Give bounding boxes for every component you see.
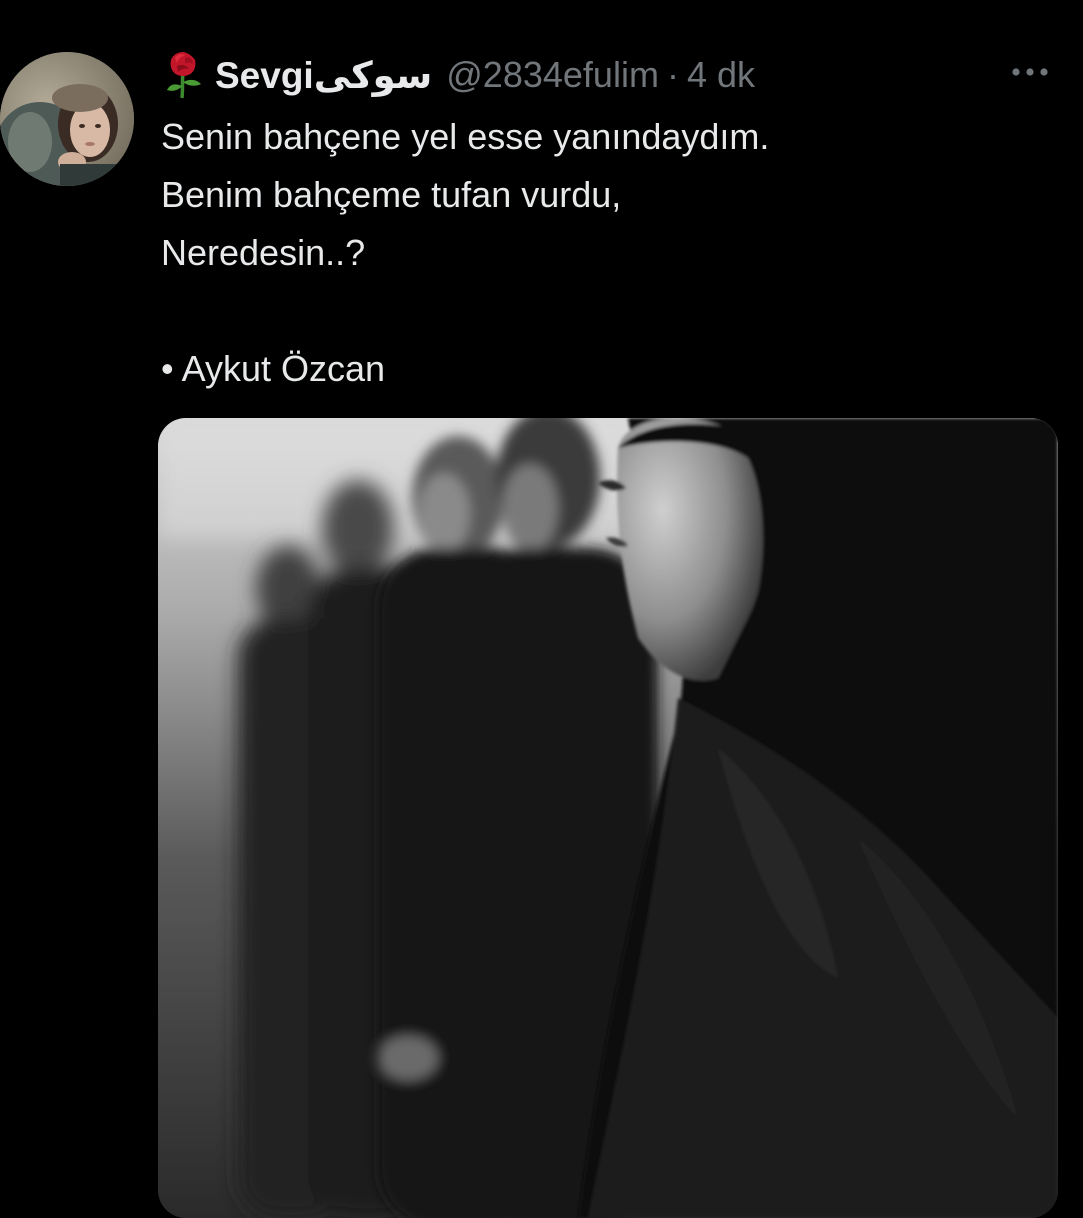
- tweet-text-line: • Aykut Özcan: [161, 348, 386, 389]
- tweet-photo[interactable]: [158, 418, 1058, 1218]
- more-horizontal-icon: [1012, 68, 1048, 76]
- tweet-header: Sevgiسوکی @2834efulim · 4 dk: [161, 50, 755, 100]
- more-options-button[interactable]: [1006, 54, 1054, 90]
- photo-image: [158, 418, 1058, 1218]
- avatar[interactable]: [0, 52, 134, 186]
- tweet-text: Senin bahçene yel esse yanındaydım. Beni…: [161, 108, 1041, 398]
- display-name[interactable]: Sevgiسوکی: [215, 54, 432, 97]
- user-handle[interactable]: @2834efulim: [446, 54, 659, 96]
- avatar-image: [0, 52, 134, 186]
- separator-dot: ·: [666, 54, 679, 95]
- timestamp[interactable]: 4 dk: [687, 54, 755, 96]
- tweet-text-line: Benim bahçeme tufan vurdu,: [161, 174, 622, 215]
- rose-icon: [161, 50, 207, 100]
- tweet[interactable]: Sevgiسوکی @2834efulim · 4 dk Senin bahçe…: [0, 0, 1083, 1218]
- tweet-text-line: Neredesin..?: [161, 232, 366, 273]
- tweet-text-line: Senin bahçene yel esse yanındaydım.: [161, 116, 770, 157]
